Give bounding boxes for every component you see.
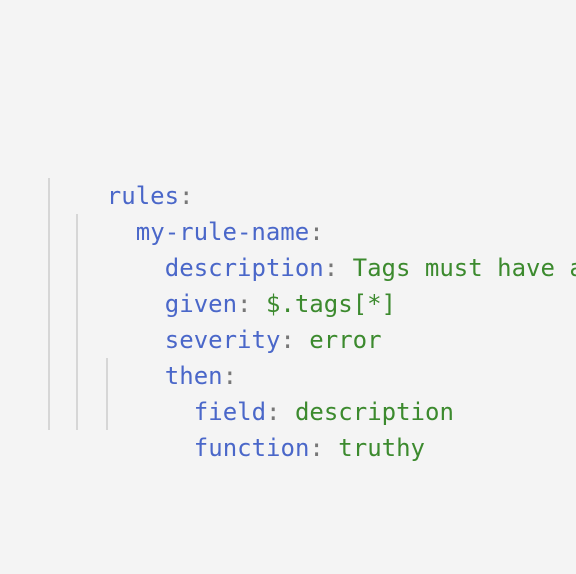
code-line-function[interactable]: function: truthy [136,394,425,462]
code-line-description[interactable]: description: Tags must have a descriptio… [107,214,576,282]
code-editor[interactable]: rules: my-rule-name: description: Tags m… [0,0,576,574]
code-line-then[interactable]: then: [107,322,237,390]
yaml-value: truthy [338,434,425,462]
yaml-colon: : [309,434,324,462]
yaml-value: error [309,326,382,354]
code-line-field[interactable]: field: description [136,358,454,426]
code-line-severity[interactable]: severity: error [107,286,382,354]
code-line-rules[interactable]: rules: [49,142,194,210]
code-line-given[interactable]: given: $.tags[*] [107,250,396,318]
yaml-colon: : [280,326,295,354]
yaml-key: function [193,434,310,462]
code-line-my-rule-name[interactable]: my-rule-name: [78,178,324,246]
